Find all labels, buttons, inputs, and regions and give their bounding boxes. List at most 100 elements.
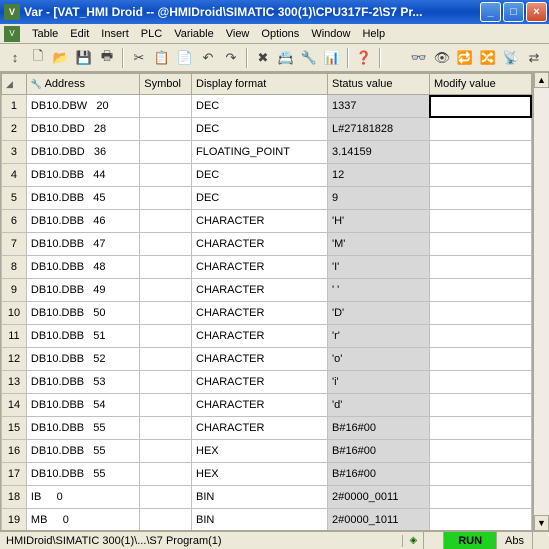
cell-modify[interactable] xyxy=(429,233,531,256)
row-number[interactable]: 8 xyxy=(2,256,27,279)
cell-format[interactable]: DEC xyxy=(192,187,328,210)
table-row[interactable]: 5DB10.DBB 45DEC9 xyxy=(2,187,532,210)
table-row[interactable]: 17DB10.DBB 55HEXB#16#00 xyxy=(2,463,532,486)
table-row[interactable]: 13DB10.DBB 53CHARACTER'i' xyxy=(2,371,532,394)
cell-format[interactable]: DEC xyxy=(192,164,328,187)
config-icon[interactable]: 🔧 xyxy=(298,47,320,69)
col-symbol[interactable]: Symbol xyxy=(140,74,192,95)
cell-address[interactable]: DB10.DBB 55 xyxy=(26,417,139,440)
cell-modify[interactable] xyxy=(429,141,531,164)
col-rowheader[interactable]: ◢ xyxy=(2,74,27,95)
cell-modify[interactable] xyxy=(429,187,531,210)
cell-address[interactable]: DB10.DBB 49 xyxy=(26,279,139,302)
cell-modify[interactable] xyxy=(429,486,531,509)
cell-format[interactable]: HEX xyxy=(192,440,328,463)
table-row[interactable]: 12DB10.DBB 52CHARACTER'o' xyxy=(2,348,532,371)
table-row[interactable]: 19MB 0BIN2#0000_1011 xyxy=(2,509,532,532)
row-number[interactable]: 18 xyxy=(2,486,27,509)
scroll-down-button[interactable]: ▼ xyxy=(534,515,549,531)
cell-symbol[interactable] xyxy=(140,118,192,141)
cell-modify[interactable] xyxy=(429,118,531,141)
help-icon[interactable]: ❓ xyxy=(353,47,375,69)
list-icon[interactable]: 📊 xyxy=(321,47,343,69)
table-row[interactable]: 8DB10.DBB 48CHARACTER'I' xyxy=(2,256,532,279)
row-number[interactable]: 19 xyxy=(2,509,27,532)
cell-symbol[interactable] xyxy=(140,348,192,371)
table-row[interactable]: 7DB10.DBB 47CHARACTER'M' xyxy=(2,233,532,256)
cell-address[interactable]: DB10.DBD 28 xyxy=(26,118,139,141)
cell-address[interactable]: DB10.DBD 36 xyxy=(26,141,139,164)
cell-symbol[interactable] xyxy=(140,394,192,417)
open-icon[interactable]: 📂 xyxy=(50,47,72,69)
transfer-icon[interactable]: ⇄ xyxy=(523,47,545,69)
col-modify[interactable]: Modify value xyxy=(429,74,531,95)
scroll-track[interactable] xyxy=(534,88,549,515)
cell-address[interactable]: DB10.DBB 45 xyxy=(26,187,139,210)
props-icon[interactable]: 📇 xyxy=(275,47,297,69)
redo-icon[interactable]: ↷ xyxy=(220,47,242,69)
minimize-button[interactable]: _ xyxy=(480,2,501,22)
cell-address[interactable]: DB10.DBB 47 xyxy=(26,233,139,256)
cell-format[interactable]: CHARACTER xyxy=(192,371,328,394)
table-row[interactable]: 3DB10.DBD 36FLOATING_POINT3.14159 xyxy=(2,141,532,164)
cell-format[interactable]: BIN xyxy=(192,486,328,509)
row-number[interactable]: 17 xyxy=(2,463,27,486)
shuffle-icon[interactable]: 🔀 xyxy=(477,47,499,69)
row-number[interactable]: 16 xyxy=(2,440,27,463)
cell-format[interactable]: DEC xyxy=(192,95,328,118)
cell-symbol[interactable] xyxy=(140,210,192,233)
cell-symbol[interactable] xyxy=(140,371,192,394)
save-icon[interactable]: 💾 xyxy=(73,47,95,69)
cell-symbol[interactable] xyxy=(140,417,192,440)
cell-symbol[interactable] xyxy=(140,95,192,118)
paste-icon[interactable]: 📄 xyxy=(174,47,196,69)
cell-address[interactable]: DB10.DBB 52 xyxy=(26,348,139,371)
table-row[interactable]: 2DB10.DBD 28DECL#27181828 xyxy=(2,118,532,141)
delete-icon[interactable]: ✖ xyxy=(252,47,274,69)
watch-icon[interactable]: 👁 xyxy=(431,47,453,69)
cell-format[interactable]: CHARACTER xyxy=(192,256,328,279)
cell-modify[interactable] xyxy=(429,509,531,532)
table-row[interactable]: 1DB10.DBW 20DEC1337 xyxy=(2,95,532,118)
menu-options[interactable]: Options xyxy=(255,26,305,42)
row-number[interactable]: 1 xyxy=(2,95,27,118)
print-icon[interactable]: 🖶 xyxy=(96,47,118,69)
cell-symbol[interactable] xyxy=(140,509,192,532)
cell-modify[interactable] xyxy=(429,417,531,440)
col-status[interactable]: Status value xyxy=(327,74,429,95)
cell-address[interactable]: DB10.DBB 55 xyxy=(26,440,139,463)
row-number[interactable]: 10 xyxy=(2,302,27,325)
row-number[interactable]: 12 xyxy=(2,348,27,371)
row-number[interactable]: 3 xyxy=(2,141,27,164)
cell-address[interactable]: IB 0 xyxy=(26,486,139,509)
cell-modify[interactable] xyxy=(429,325,531,348)
cell-modify[interactable] xyxy=(429,164,531,187)
cell-modify[interactable] xyxy=(429,256,531,279)
table-row[interactable]: 14DB10.DBB 54CHARACTER'd' xyxy=(2,394,532,417)
row-number[interactable]: 7 xyxy=(2,233,27,256)
cell-symbol[interactable] xyxy=(140,141,192,164)
cell-format[interactable]: CHARACTER xyxy=(192,325,328,348)
vertical-scrollbar[interactable]: ▲ ▼ xyxy=(533,72,549,531)
cell-address[interactable]: DB10.DBB 46 xyxy=(26,210,139,233)
cell-format[interactable]: CHARACTER xyxy=(192,302,328,325)
row-number[interactable]: 6 xyxy=(2,210,27,233)
menu-help[interactable]: Help xyxy=(356,26,391,42)
cut-icon[interactable]: ✂ xyxy=(128,47,150,69)
cell-modify[interactable] xyxy=(429,95,531,118)
cell-format[interactable]: CHARACTER xyxy=(192,279,328,302)
cell-format[interactable]: HEX xyxy=(192,463,328,486)
cell-address[interactable]: DB10.DBW 20 xyxy=(26,95,139,118)
row-number[interactable]: 2 xyxy=(2,118,27,141)
scroll-up-button[interactable]: ▲ xyxy=(534,72,549,88)
cell-symbol[interactable] xyxy=(140,463,192,486)
row-number[interactable]: 9 xyxy=(2,279,27,302)
cell-format[interactable]: CHARACTER xyxy=(192,394,328,417)
cell-format[interactable]: BIN xyxy=(192,509,328,532)
row-number[interactable]: 5 xyxy=(2,187,27,210)
col-format[interactable]: Display format xyxy=(192,74,328,95)
cell-symbol[interactable] xyxy=(140,486,192,509)
cell-modify[interactable] xyxy=(429,371,531,394)
cell-symbol[interactable] xyxy=(140,302,192,325)
row-number[interactable]: 4 xyxy=(2,164,27,187)
